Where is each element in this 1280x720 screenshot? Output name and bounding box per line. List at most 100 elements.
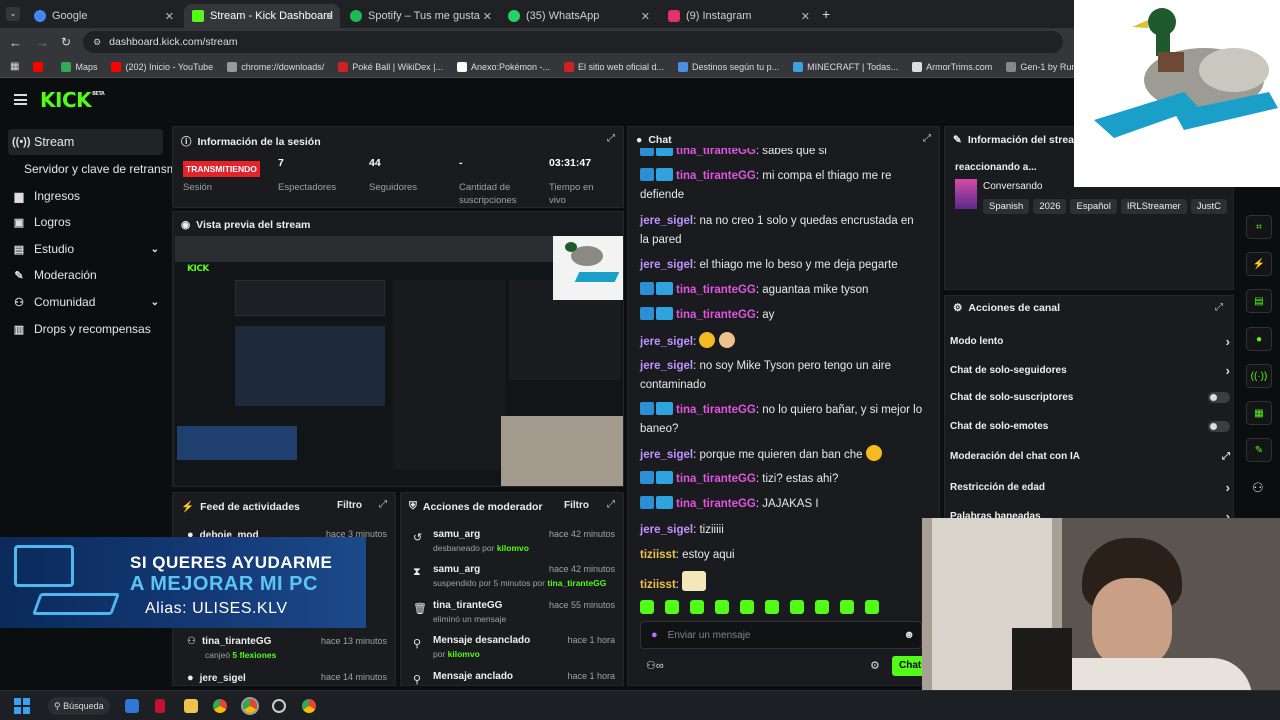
chat-username[interactable]: tina_tiranteGG [676,170,756,182]
close-icon[interactable]: ✕ [483,10,492,23]
chat-username[interactable]: tina_tiranteGG [676,404,756,416]
chevron-right-icon[interactable]: › [1226,334,1230,349]
sidebar-item-logros[interactable]: ▣ Logros [8,209,163,235]
bookmark-item[interactable]: El sitio web oficial d... [564,61,664,72]
chat-username[interactable]: tina_tiranteGG [676,284,756,296]
chat-username[interactable]: tiziisst [640,549,676,561]
chevron-down-icon[interactable]: ⌄ [151,244,159,255]
task-view-icon[interactable] [125,699,139,713]
emote-icon[interactable] [840,600,854,614]
emote-icon[interactable] [815,600,829,614]
sidebar-item-comunidad[interactable]: ⚇ Comunidad ⌄ [8,289,163,315]
chrome-alt-icon[interactable] [302,699,316,713]
sidebar-item-ingresos[interactable]: ▆ Ingresos [8,183,163,209]
tab-google[interactable]: Google ✕ [26,4,180,28]
stream-tag[interactable]: IRLStreamer [1120,199,1187,214]
app-icon-red[interactable] [155,699,165,713]
external-link-icon[interactable]: ⤢ [1222,451,1230,462]
kick-logo[interactable]: KICKBETA [40,88,105,112]
taskbar-search[interactable]: ⚲ Búsqueda [48,697,110,715]
stream-tag[interactable]: Spanish [983,199,1030,214]
channel-action-item[interactable]: Chat de solo-suscriptores [950,392,1230,403]
microphone-icon[interactable]: ● [651,629,658,641]
emote-icon[interactable] [665,600,679,614]
sidebar-item-stream[interactable]: ((•)) Stream [8,129,163,155]
toggle-switch[interactable] [1208,421,1230,432]
tab-list-dropdown-icon[interactable]: ⌄ [6,7,20,21]
emote-icon[interactable] [715,600,729,614]
bookmark-item[interactable]: Anexo:Pokémon -... [456,61,550,72]
broadcast-button-icon[interactable]: ((·)) [1246,364,1272,388]
file-explorer-icon[interactable] [184,699,198,713]
chat-username[interactable]: tina_tiranteGG [676,309,756,321]
expand-icon[interactable]: ⤢ [607,133,615,144]
bookmark-item[interactable] [33,61,47,72]
clip-button-icon[interactable]: ⌗ [1246,215,1272,239]
close-icon[interactable]: ✕ [325,10,334,23]
filter-button[interactable]: Filtro [564,500,589,511]
emoji-icon[interactable]: ☻ [903,629,915,641]
bookmark-item[interactable]: MINECRAFT | Todas... [793,61,898,72]
tab-whatsapp[interactable]: (35) WhatsApp ✕ [500,4,656,28]
bookmark-item[interactable]: (202) Inicio - YouTube [111,61,213,72]
forward-arrow-icon[interactable]: → [36,35,49,50]
chat-button-icon[interactable]: ● [1246,327,1272,351]
chat-username[interactable]: tina_tiranteGG [676,473,756,485]
expand-icon[interactable]: ⤢ [607,499,615,510]
stream-tag[interactable]: JustC [1190,199,1227,214]
tab-spotify[interactable]: Spotify – Tus me gusta ✕ [342,4,498,28]
lightning-button-icon[interactable]: ⚡ [1246,252,1272,276]
close-icon[interactable]: ✕ [165,10,174,23]
channel-action-item[interactable]: Restricción de edad › [950,480,1230,495]
emote-icon[interactable] [690,600,704,614]
address-bar[interactable]: ⚙ dashboard.kick.com/stream [83,31,1064,53]
chat-settings-icon[interactable]: ⚙ [870,659,880,672]
chat-username[interactable]: jere_sigel [640,524,693,536]
tools-button-icon[interactable]: ✎ [1246,438,1272,462]
emote-icon[interactable] [640,600,654,614]
layout-button-icon[interactable]: ▦ [1246,401,1272,425]
bookmark-item[interactable]: Maps [61,61,97,72]
expand-icon[interactable]: ⤢ [1215,302,1223,313]
chat-username[interactable]: tiziisst [640,579,676,591]
stream-preview-video[interactable]: KICK [175,236,623,486]
chat-username[interactable]: jere_sigel [640,336,693,348]
chrome-icon[interactable] [213,699,227,713]
back-arrow-icon[interactable]: ← [9,35,22,50]
filter-button[interactable]: Filtro [337,500,362,511]
expand-icon[interactable]: ⤢ [923,133,931,144]
sidebar-item-drops[interactable]: ▥ Drops y recompensas [8,316,163,342]
notes-button-icon[interactable]: ▤ [1246,289,1272,313]
close-icon[interactable]: ✕ [641,10,650,23]
sidebar-item-estudio[interactable]: ▤ Estudio ⌄ [8,236,163,262]
stream-tag[interactable]: 2026 [1033,199,1067,214]
close-icon[interactable]: ✕ [801,10,810,23]
chat-username[interactable]: tina_tiranteGG [676,498,756,510]
chevron-right-icon[interactable]: › [1226,480,1230,495]
expand-icon[interactable]: ⤢ [379,499,387,510]
chat-input[interactable]: ● Enviar un mensaje ☻ [640,621,922,649]
channel-action-item[interactable]: Modo lento › [950,334,1230,349]
chat-tools-icon[interactable]: ⚇∞ [646,659,664,672]
sidebar-item-server-key[interactable]: Servidor y clave de retransm [20,156,177,182]
chat-username[interactable]: jere_sigel [640,215,693,227]
emote-icon[interactable] [765,600,779,614]
site-info-icon[interactable]: ⚙ [93,37,101,48]
new-tab-icon[interactable]: + [822,6,830,22]
chrome-profile-icon[interactable] [241,697,259,715]
bookmark-item[interactable]: Destinos según tu p... [678,61,779,72]
chat-username[interactable]: jere_sigel [640,360,693,372]
hamburger-menu-icon[interactable] [14,94,27,105]
chevron-down-icon[interactable]: ⌄ [151,297,159,308]
stream-tag[interactable]: Español [1070,199,1117,214]
toggle-switch[interactable] [1208,392,1230,403]
tab-kick-dashboard[interactable]: Stream - Kick Dashboard ✕ [184,4,340,28]
channel-action-item[interactable]: Chat de solo-seguidores › [950,363,1230,378]
emote-icon[interactable] [740,600,754,614]
channel-action-item[interactable]: Moderación del chat con IA ⤢ [950,451,1230,462]
settings-app-icon[interactable] [272,699,286,713]
tab-instagram[interactable]: (9) Instagram ✕ [660,4,816,28]
emote-icon[interactable] [790,600,804,614]
bookmark-item[interactable]: chrome://downloads/ [227,61,324,72]
channel-action-item[interactable]: Chat de solo-emotes [950,421,1230,432]
